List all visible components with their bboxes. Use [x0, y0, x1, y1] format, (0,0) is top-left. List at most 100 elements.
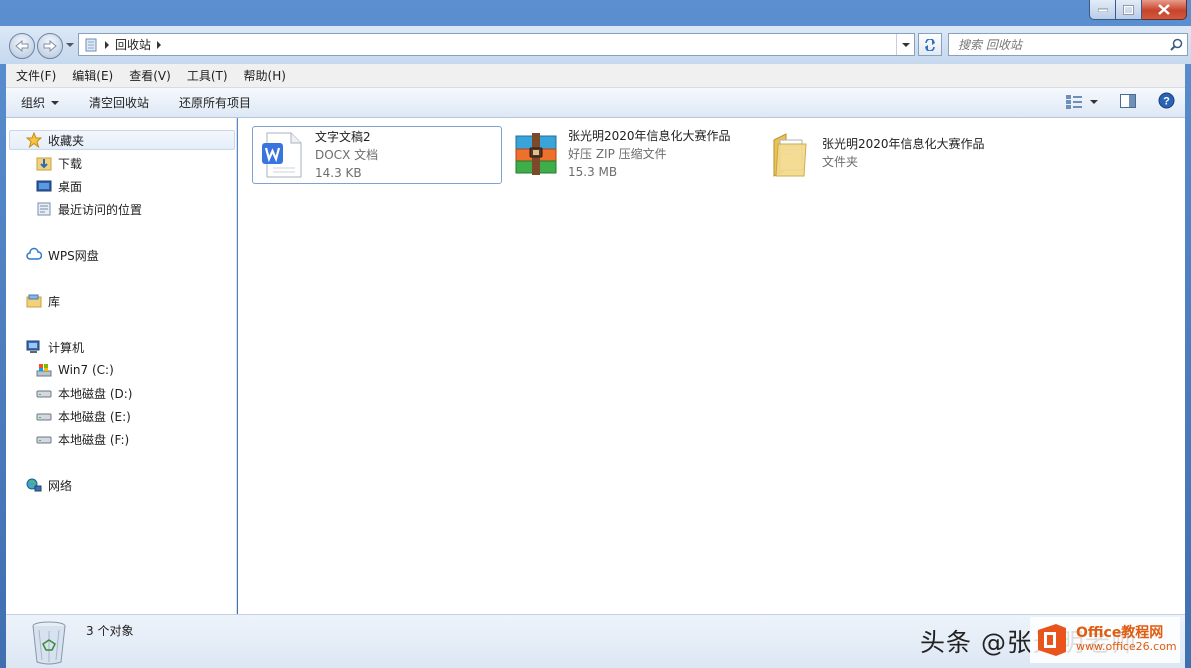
cloud-icon	[26, 247, 42, 263]
nav-libraries-label: 库	[48, 294, 61, 309]
nav-drive-f[interactable]: 本地磁盘 (F:)	[36, 429, 129, 449]
file-item[interactable]: 张光明2020年信息化大赛作品 文件夹	[760, 126, 1010, 184]
recycle-bin-small-icon	[83, 37, 99, 53]
watermark: 头条 @张光明老师 Office教程网 www.office26.com	[920, 614, 1180, 668]
file-type: 好压 ZIP 压缩文件	[568, 147, 667, 161]
nav-downloads[interactable]: 下载	[36, 153, 82, 173]
preview-pane-icon	[1120, 93, 1136, 108]
close-button[interactable]	[1142, 0, 1187, 20]
hard-drive-icon	[36, 431, 52, 447]
file-name: 张光明2020年信息化大赛作品	[822, 137, 985, 151]
library-icon	[26, 293, 42, 309]
system-drive-icon	[36, 362, 52, 378]
refresh-icon	[925, 38, 935, 51]
nav-favorites-label: 收藏夹	[48, 133, 85, 148]
hard-drive-icon	[36, 385, 52, 401]
navigation-pane: 收藏夹 下载 桌面 最近访问的位置 WPS网盘 库 计算机 Win7 (C:) …	[6, 118, 237, 614]
file-name: 张光明2020年信息化大赛作品	[568, 129, 731, 143]
maximize-button[interactable]	[1116, 0, 1142, 20]
forward-button[interactable]	[37, 33, 63, 59]
menu-tools[interactable]: 工具(T)	[187, 67, 228, 84]
file-name: 文字文稿2	[315, 130, 371, 144]
restore-all-button[interactable]: 还原所有项目	[164, 88, 266, 117]
file-size: 14.3 KB	[315, 166, 362, 180]
empty-recycle-bin-label: 清空回收站	[89, 96, 150, 110]
office-site-badge: Office教程网 www.office26.com	[1030, 617, 1180, 663]
breadcrumb-separator-icon[interactable]	[157, 40, 162, 49]
breadcrumb-recycle-bin[interactable]: 回收站	[115, 36, 151, 53]
chevron-down-icon	[901, 42, 910, 47]
minimize-button[interactable]	[1089, 0, 1116, 20]
address-bar[interactable]: 回收站	[78, 33, 915, 56]
chevron-down-icon	[51, 100, 60, 105]
nav-recent-places[interactable]: 最近访问的位置	[36, 199, 142, 219]
nav-recent-places-label: 最近访问的位置	[58, 202, 143, 217]
menu-view[interactable]: 查看(V)	[129, 67, 171, 84]
preview-pane-button[interactable]	[1120, 93, 1136, 111]
office-logo-icon	[1038, 624, 1066, 656]
breadcrumb: 回收站	[79, 36, 896, 53]
help-icon: ?	[1158, 92, 1175, 109]
site-name: Office教程网	[1076, 625, 1164, 641]
recent-pages-dropdown[interactable]	[66, 43, 74, 47]
restore-all-label: 还原所有项目	[179, 96, 252, 110]
breadcrumb-separator-icon[interactable]	[105, 40, 109, 49]
wps-doc-icon	[262, 132, 302, 178]
back-button[interactable]	[9, 33, 35, 59]
minimize-icon	[1097, 8, 1108, 12]
nav-wps-cloud[interactable]: WPS网盘	[26, 245, 99, 265]
computer-icon	[26, 339, 42, 355]
star-icon	[26, 132, 42, 148]
menu-help[interactable]: 帮助(H)	[244, 67, 286, 84]
help-button[interactable]: ?	[1158, 92, 1175, 112]
nav-libraries[interactable]: 库	[26, 291, 60, 311]
menu-edit[interactable]: 编辑(E)	[72, 67, 113, 84]
command-bar: 组织 清空回收站 还原所有项目 ?	[6, 88, 1185, 118]
arrow-left-icon	[15, 40, 29, 52]
arrow-right-icon	[43, 40, 57, 52]
nav-wps-cloud-label: WPS网盘	[48, 248, 99, 263]
address-history-dropdown[interactable]	[896, 34, 914, 55]
view-controls: ?	[1066, 92, 1175, 112]
file-type: 文件夹	[822, 155, 859, 169]
file-item[interactable]: 张光明2020年信息化大赛作品 好压 ZIP 压缩文件 15.3 MB	[506, 126, 756, 184]
close-icon	[1158, 4, 1170, 15]
nav-drive-e[interactable]: 本地磁盘 (E:)	[36, 406, 131, 426]
refresh-button[interactable]	[918, 33, 942, 56]
nav-network[interactable]: 网络	[26, 475, 72, 495]
nav-computer-label: 计算机	[48, 340, 85, 355]
maximize-icon	[1123, 4, 1134, 15]
site-url: www.office26.com	[1076, 640, 1177, 653]
empty-recycle-bin-button[interactable]: 清空回收站	[74, 88, 164, 117]
menu-bar: 文件(F) 编辑(E) 查看(V) 工具(T) 帮助(H)	[6, 64, 1185, 88]
search-icon[interactable]	[1165, 38, 1187, 51]
file-item[interactable]: 文字文稿2 DOCX 文档 14.3 KB	[252, 126, 502, 184]
item-count: 3 个对象	[86, 624, 134, 638]
nav-drive-c-label: Win7 (C:)	[58, 363, 114, 377]
address-row: 回收站	[0, 26, 1191, 64]
menu-file[interactable]: 文件(F)	[16, 67, 56, 84]
recycle-bin-icon	[32, 621, 66, 665]
search-input[interactable]	[958, 37, 1165, 52]
organize-label: 组织	[21, 96, 46, 110]
file-list: 文字文稿2 DOCX 文档 14.3 KB 张光明2020年信息化大赛作品 好压…	[238, 118, 1185, 614]
nav-computer[interactable]: 计算机	[26, 337, 84, 357]
file-type: DOCX 文档	[315, 148, 379, 162]
window-controls	[1089, 0, 1187, 20]
hard-drive-icon	[36, 408, 52, 424]
change-view-button[interactable]	[1066, 95, 1098, 109]
recent-places-icon	[36, 201, 52, 217]
nav-favorites[interactable]: 收藏夹	[9, 130, 235, 150]
nav-desktop-label: 桌面	[58, 179, 83, 194]
nav-desktop[interactable]: 桌面	[36, 176, 82, 196]
desktop-icon	[36, 178, 52, 194]
search-box[interactable]	[948, 33, 1188, 56]
downloads-folder-icon	[36, 155, 52, 171]
title-bar	[0, 0, 1191, 26]
view-tiles-icon	[1066, 95, 1082, 109]
organize-button[interactable]: 组织	[6, 88, 74, 117]
nav-drive-c[interactable]: Win7 (C:)	[36, 360, 114, 380]
nav-drive-d[interactable]: 本地磁盘 (D:)	[36, 383, 132, 403]
network-icon	[26, 477, 42, 493]
chevron-down-icon[interactable]	[1090, 100, 1098, 104]
